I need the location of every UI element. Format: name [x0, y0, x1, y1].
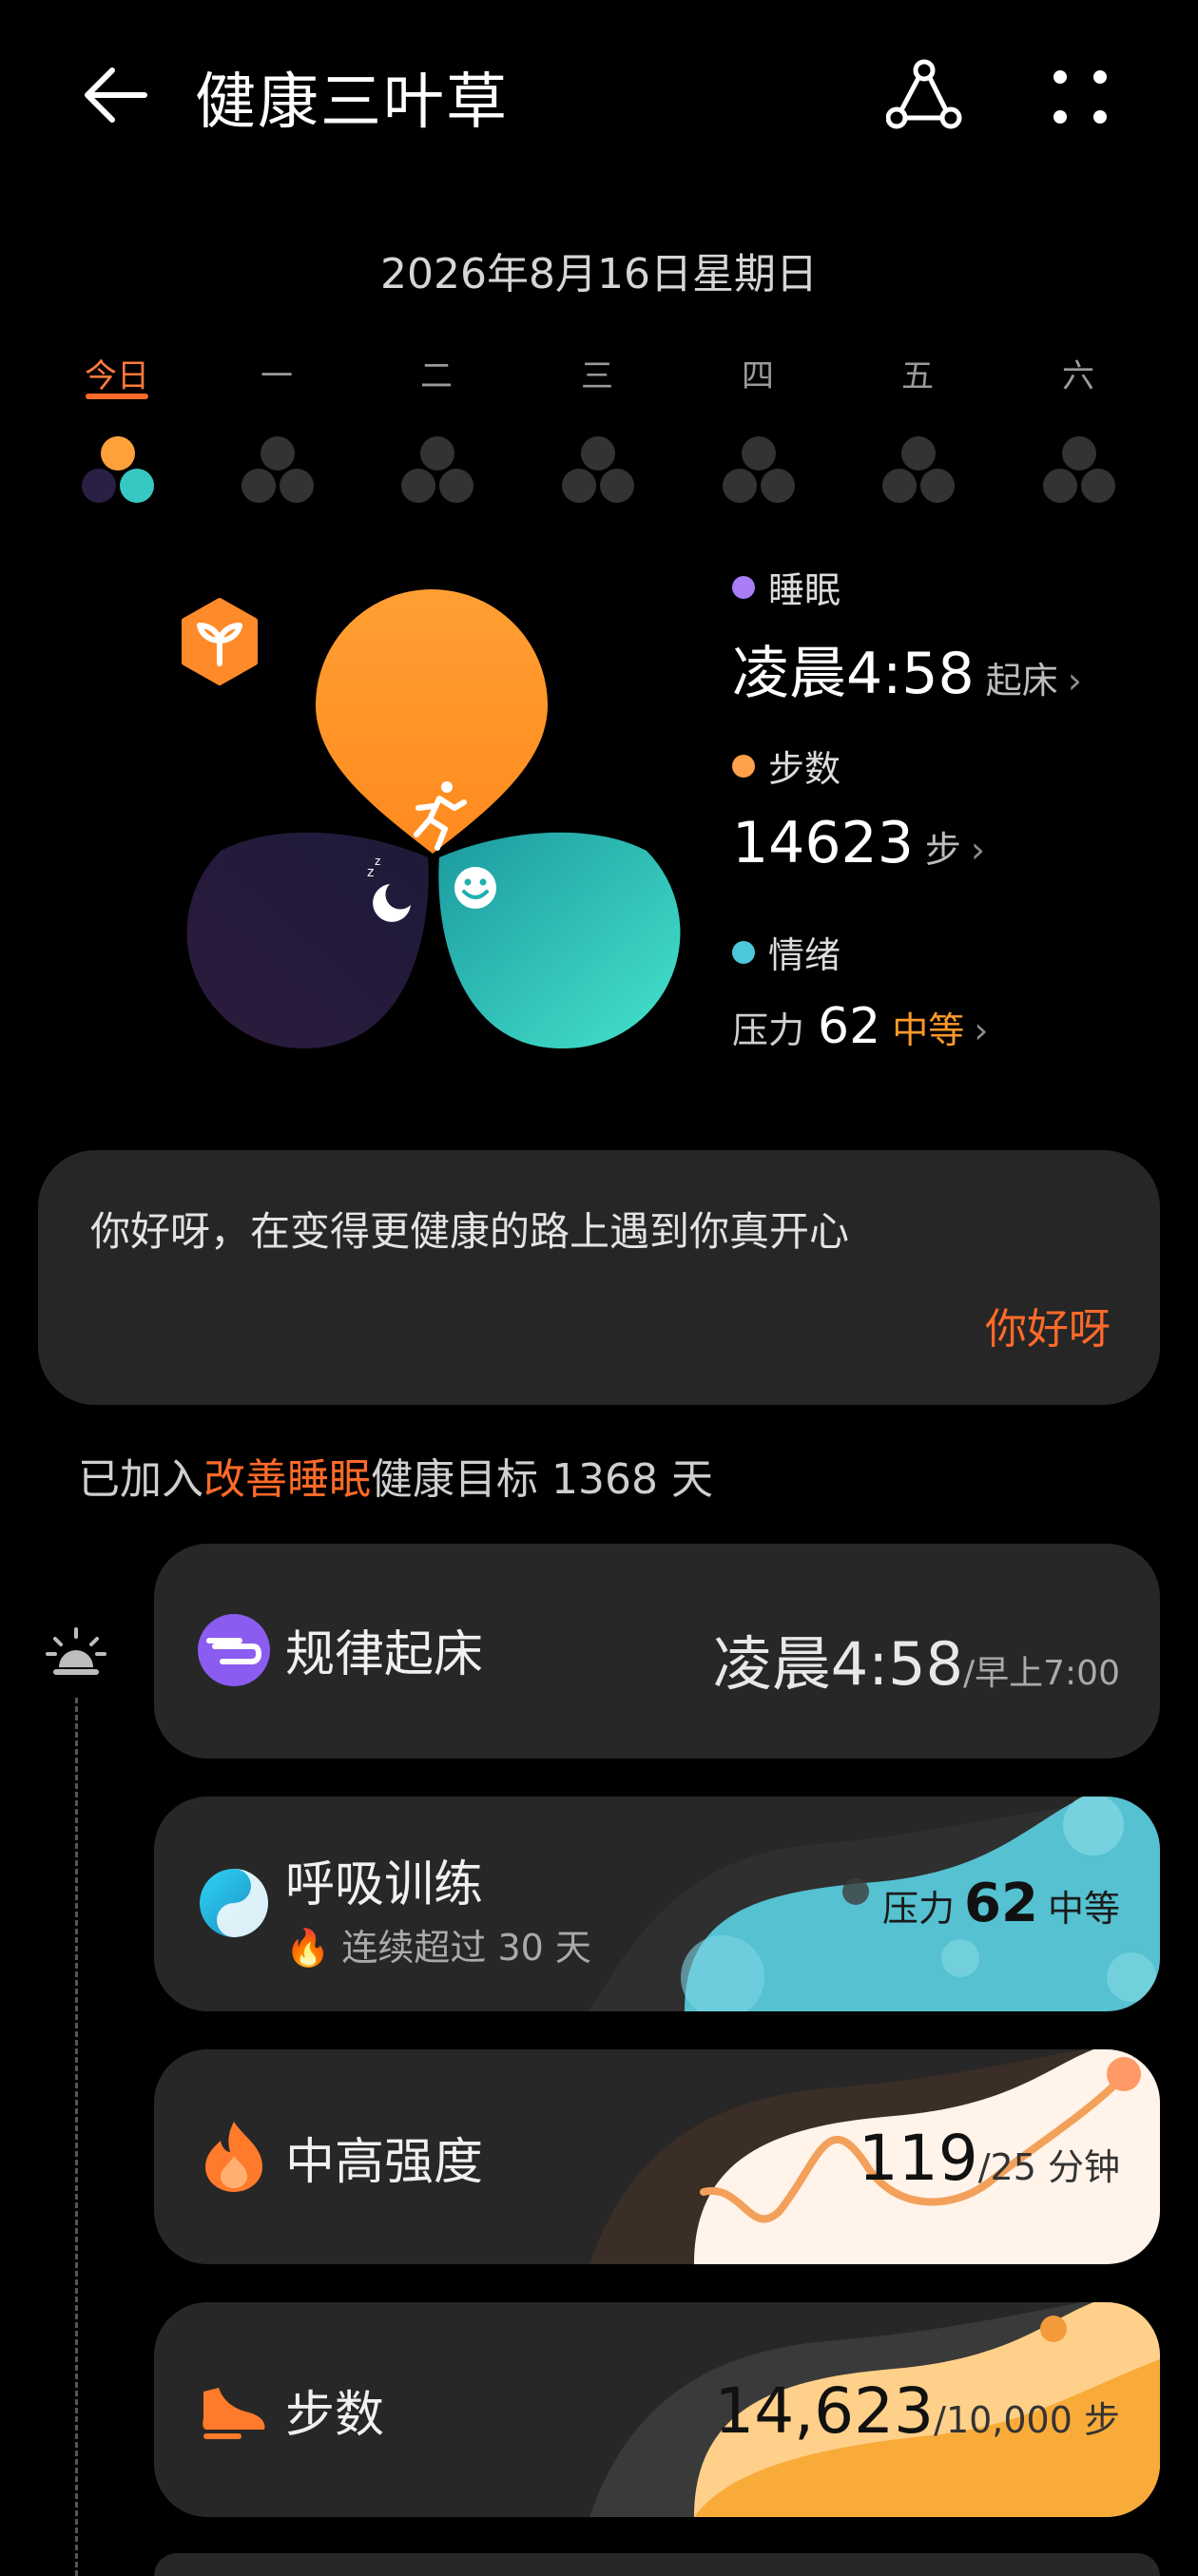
- svg-text:z: z: [367, 865, 374, 880]
- day-tab-sat[interactable]: 六: [1026, 350, 1130, 396]
- shoe-icon: [203, 2388, 265, 2439]
- clover-fri-icon[interactable]: [879, 433, 958, 509]
- stress-value: 62: [818, 998, 881, 1055]
- sleep-petal[interactable]: [186, 832, 429, 1049]
- card-steps-target: /10,000 步: [934, 2399, 1120, 2441]
- greeting-card[interactable]: [38, 1150, 1160, 1405]
- goal-highlight[interactable]: 改善睡眠: [203, 1455, 371, 1504]
- card-wake[interactable]: 规律起床 凌晨4:58 /早上7:00: [154, 1544, 1160, 1759]
- card-wake-title: 规律起床: [285, 1626, 484, 1683]
- day-tab-thu[interactable]: 四: [705, 350, 810, 396]
- goal-line[interactable]: 已加入改善睡眠健康目标 1368 天: [78, 1445, 713, 1506]
- sprout-badge-icon[interactable]: [179, 597, 261, 686]
- card-breath[interactable]: 呼吸训练 🔥 连续超过 30 天 压力 62 中等: [154, 1797, 1160, 2011]
- card-intensity-value-group: 119 /25 分钟: [859, 2122, 1120, 2195]
- legend-sleep: 睡眠: [732, 561, 841, 613]
- share-button[interactable]: [885, 59, 962, 135]
- card-wake-value: 凌晨4:58: [712, 1629, 964, 1699]
- flame-icon: [205, 2122, 262, 2192]
- clover-today-icon[interactable]: [78, 433, 158, 509]
- day-tab-tue[interactable]: 二: [384, 350, 489, 396]
- page-title: 健康三叶草: [195, 67, 509, 138]
- card-intensity-target: /25 分钟: [977, 2146, 1120, 2188]
- clover-mon-icon[interactable]: [238, 433, 318, 509]
- stress-label: 压力: [732, 1009, 805, 1051]
- greeting-text: 你好呀，在变得更健康的路上遇到你真开心: [90, 1208, 850, 1255]
- chevron-right-icon: ›: [970, 829, 986, 871]
- card-breath-sub: 🔥 连续超过 30 天: [285, 1918, 591, 1970]
- smile-icon: [454, 867, 496, 909]
- clover-tue-icon[interactable]: [397, 433, 477, 509]
- card-intensity-title: 中高强度: [285, 2134, 484, 2191]
- day-tab-fri[interactable]: 五: [865, 350, 970, 396]
- chevron-right-icon: ›: [1067, 660, 1082, 702]
- card-breath-title: 呼吸训练: [285, 1856, 484, 1913]
- clover-sat-icon[interactable]: [1039, 433, 1119, 509]
- card-next[interactable]: [154, 2553, 1160, 2576]
- card-intensity[interactable]: 中高强度 119 /25 分钟: [154, 2049, 1160, 2264]
- mood-summary[interactable]: 压力 62 中等 ›: [732, 998, 988, 1055]
- sleep-summary[interactable]: 凌晨4:58 起床 ›: [732, 627, 1082, 710]
- goal-prefix: 已加入: [78, 1455, 203, 1504]
- greeting-link[interactable]: 你好呀: [985, 1295, 1111, 1355]
- legend-sleep-label: 睡眠: [768, 569, 841, 611]
- steps-dot: [732, 754, 755, 778]
- alarm-icon: [46, 1627, 106, 1675]
- arrow-left-icon: [85, 67, 147, 123]
- fire-icon: 🔥: [285, 1927, 331, 1969]
- day-tab-today[interactable]: 今日: [65, 350, 169, 396]
- more-button[interactable]: [1046, 63, 1114, 131]
- sleep-unit: 起床: [985, 660, 1058, 702]
- breath-icon: [200, 1869, 268, 1937]
- card-intensity-value: 119: [858, 2122, 978, 2195]
- card-breath-level: 中等: [1047, 1888, 1120, 1930]
- sleep-dot: [732, 575, 755, 599]
- card-breath-value: 62: [964, 1873, 1038, 1934]
- card-breath-streak: 连续超过 30 天: [341, 1927, 591, 1969]
- steps-summary[interactable]: 14623 步 ›: [732, 810, 985, 876]
- day-tab-wed[interactable]: 三: [545, 350, 649, 396]
- legend-mood: 情绪: [732, 926, 841, 978]
- clover-wed-icon[interactable]: [558, 433, 638, 509]
- sleep-value: 凌晨4:58: [732, 641, 975, 707]
- card-steps-value: 14,623: [714, 2374, 935, 2448]
- svg-text:z: z: [375, 855, 380, 868]
- steps-value: 14623: [732, 810, 914, 876]
- card-steps-value-group: 14,623 /10,000 步: [714, 2374, 1120, 2448]
- card-breath-prefix: 压力: [882, 1888, 956, 1930]
- card-steps-title: 步数: [285, 2387, 385, 2444]
- back-button[interactable]: [76, 55, 156, 135]
- more-dots-icon: [1053, 70, 1107, 124]
- clover-thu-icon[interactable]: [719, 433, 799, 509]
- steps-unit: 步: [924, 829, 961, 871]
- wake-icon: [198, 1614, 270, 1686]
- legend-steps-label: 步数: [768, 748, 841, 790]
- legend-mood-label: 情绪: [768, 934, 841, 976]
- card-breath-value-group: 压力 62 中等: [882, 1873, 1120, 1934]
- stress-level: 中等: [892, 1009, 965, 1051]
- day-tab-mon[interactable]: 一: [224, 350, 329, 396]
- mood-petal[interactable]: [438, 832, 681, 1049]
- share-icon: [885, 59, 962, 129]
- timeline-line: [75, 1698, 78, 2576]
- date-title: 2026年8月16日星期日: [380, 250, 818, 298]
- card-steps[interactable]: 步数 14,623 /10,000 步: [154, 2302, 1160, 2517]
- mood-dot: [732, 940, 755, 964]
- legend-steps: 步数: [732, 740, 841, 792]
- card-wake-value-group: 凌晨4:58 /早上7:00: [713, 1616, 1120, 1701]
- card-wake-target: /早上7:00: [963, 1654, 1120, 1693]
- chevron-right-icon: ›: [974, 1009, 989, 1051]
- goal-suffix: 健康目标 1368 天: [371, 1455, 713, 1504]
- today-underline: [86, 394, 148, 399]
